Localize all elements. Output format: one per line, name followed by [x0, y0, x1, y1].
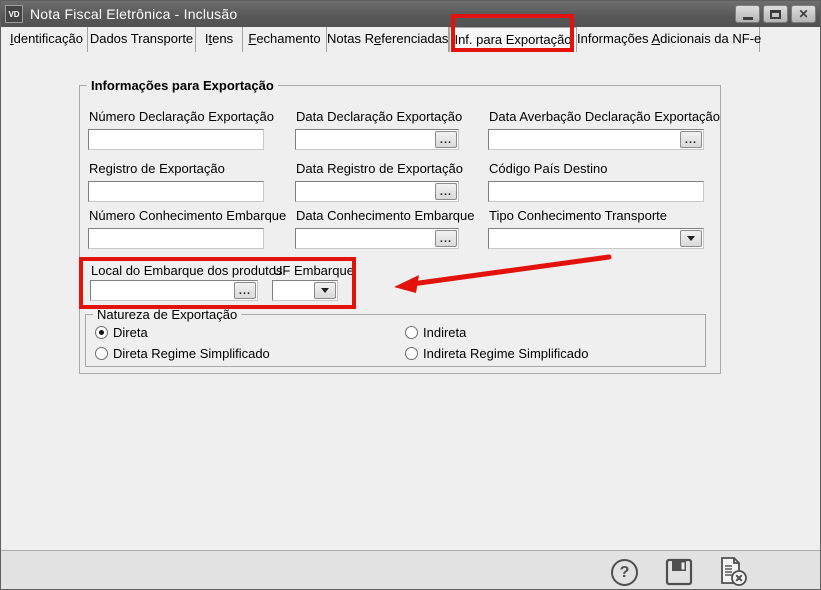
local-embarque-picker-button[interactable]: ...: [234, 282, 256, 299]
cancel-button[interactable]: [717, 556, 749, 588]
data-averbacao-picker-button[interactable]: ...: [680, 131, 702, 148]
minimize-button[interactable]: [735, 5, 760, 23]
save-icon: [667, 560, 691, 584]
tab-itens[interactable]: Itens: [196, 27, 243, 52]
tab-inf-para-exportacao[interactable]: Inf. para Exportação: [449, 27, 577, 52]
footer-bar: [1, 550, 820, 589]
label-local-embarque: Local do Embarque dos produtos: [91, 263, 283, 278]
title-bar: VD Nota Fiscal Eletrônica - Inclusão ✕: [1, 1, 820, 27]
select-tipo-conhecimento[interactable]: [488, 228, 704, 249]
label-uf-embarque: UF Embarque: [273, 263, 354, 278]
maximize-icon: [770, 10, 781, 19]
close-button[interactable]: ✕: [791, 5, 816, 23]
groupbox-title: Informações para Exportação: [87, 78, 278, 93]
data-conhecimento-picker-button[interactable]: ...: [435, 230, 457, 247]
label-registro-exportacao: Registro de Exportação: [89, 161, 225, 176]
label-data-conhecimento: Data Conhecimento Embarque: [296, 208, 475, 223]
minimize-icon: [743, 17, 753, 20]
label-codigo-pais: Código País Destino: [489, 161, 608, 176]
input-data-averbacao[interactable]: [488, 129, 704, 150]
input-codigo-pais[interactable]: [488, 181, 704, 202]
close-icon: ✕: [798, 8, 808, 20]
tab-fechamento[interactable]: Fechamento: [243, 27, 327, 52]
radio-direta-regime-simplificado[interactable]: Direta Regime Simplificado: [95, 346, 270, 361]
dialog-window: VD Nota Fiscal Eletrônica - Inclusão ✕ I…: [0, 0, 821, 590]
tipo-conhecimento-dropdown-button[interactable]: [680, 230, 702, 247]
label-data-averbacao: Data Averbação Declaração Exportação: [489, 109, 720, 124]
label-data-declaracao: Data Declaração Exportação: [296, 109, 462, 124]
radio-indireta[interactable]: Indireta: [405, 325, 466, 340]
radio-icon: [95, 326, 108, 339]
natureza-title: Natureza de Exportação: [93, 307, 241, 322]
input-local-embarque[interactable]: [90, 280, 258, 301]
tab-bar: Identificação Dados Transporte Itens Fec…: [1, 27, 820, 52]
app-icon: VD: [5, 5, 23, 23]
maximize-button[interactable]: [763, 5, 788, 23]
label-data-registro: Data Registro de Exportação: [296, 161, 463, 176]
radio-direta[interactable]: Direta: [95, 325, 148, 340]
chevron-down-icon: [687, 236, 695, 241]
help-button[interactable]: ?: [611, 559, 638, 586]
window-title: Nota Fiscal Eletrônica - Inclusão: [30, 6, 237, 22]
label-numero-declaracao: Número Declaração Exportação: [89, 109, 274, 124]
input-numero-declaracao[interactable]: [88, 129, 264, 150]
radio-indireta-regime-simplificado[interactable]: Indireta Regime Simplificado: [405, 346, 588, 361]
input-numero-conhecimento[interactable]: [88, 228, 264, 249]
tab-informacoes-adicionais[interactable]: Informações Adicionais da NF-e: [577, 27, 760, 52]
uf-embarque-dropdown-button[interactable]: [314, 282, 336, 299]
label-tipo-conhecimento: Tipo Conhecimento Transporte: [489, 208, 667, 223]
document-cancel-icon: [722, 558, 746, 585]
input-registro-exportacao[interactable]: [88, 181, 264, 202]
data-registro-picker-button[interactable]: ...: [435, 183, 457, 200]
label-numero-conhecimento: Número Conhecimento Embarque: [89, 208, 286, 223]
save-button[interactable]: [665, 558, 693, 586]
radio-icon: [95, 347, 108, 360]
radio-icon: [405, 347, 418, 360]
data-declaracao-picker-button[interactable]: ...: [435, 131, 457, 148]
tab-identificacao[interactable]: Identificação: [6, 27, 88, 52]
radio-icon: [405, 326, 418, 339]
chevron-down-icon: [321, 288, 329, 293]
help-icon: ?: [620, 564, 630, 582]
tab-notas-referenciadas[interactable]: Notas Referenciadas: [327, 27, 449, 52]
tab-dados-transporte[interactable]: Dados Transporte: [88, 27, 196, 52]
